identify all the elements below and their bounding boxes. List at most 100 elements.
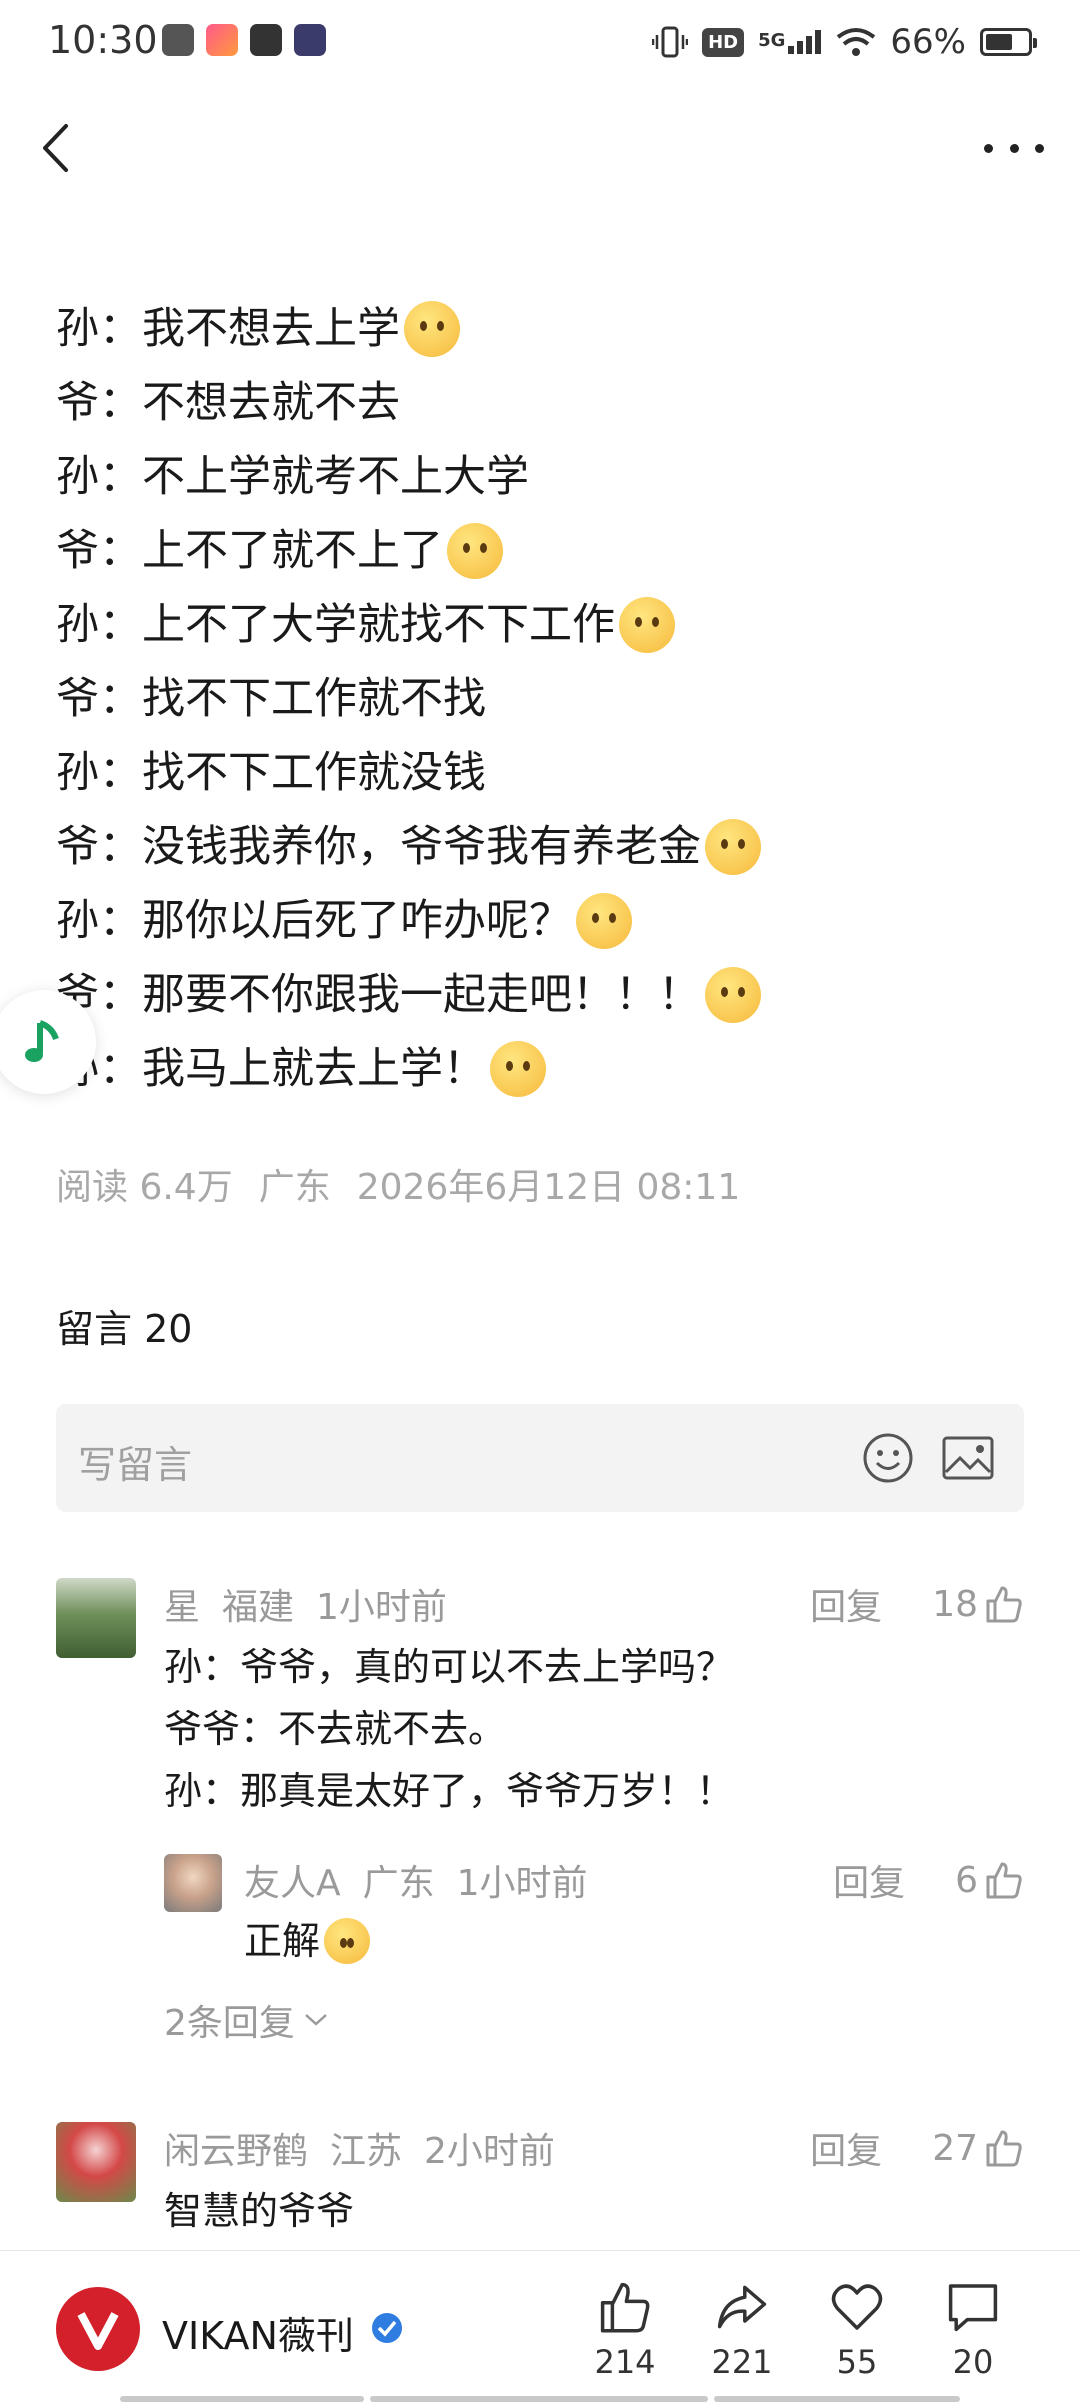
reply-text-row: 正解 (244, 1910, 371, 1972)
reply-item: 友人A 广东 1小时前 回复 6 正解 (164, 1854, 1024, 1974)
speaker-separator: ： (99, 378, 142, 428)
comment-input[interactable]: 写留言 (56, 1404, 1024, 1512)
comment-line: 智慧的爷爷 (164, 2189, 355, 2233)
image-icon[interactable] (942, 1436, 994, 1480)
back-button[interactable] (30, 118, 80, 178)
emoji-icon[interactable] (862, 1432, 914, 1484)
nav-indicator-left (120, 2396, 364, 2402)
comment-item: 闲云野鹤 江苏 2小时前 回复 27 智慧的爷爷 (56, 2122, 1024, 2246)
dialogue-text: 没钱我养你，爷爷我有养老金 (142, 822, 701, 872)
thumbs-up-icon[interactable] (984, 1584, 1024, 1624)
speaker-separator: ： (99, 452, 142, 502)
dialogue-text: 找不下工作就没钱 (142, 748, 486, 798)
reply-username[interactable]: 友人A (244, 1863, 341, 1904)
dialogue-line: 孙：找不下工作就没钱 (56, 736, 1036, 810)
speaker-label: 孙 (56, 304, 99, 354)
account-name[interactable]: VIKAN薇刊 (162, 2305, 354, 2360)
more-dot (984, 143, 993, 153)
comment-button[interactable]: 20 (928, 2279, 1018, 2381)
wifi-icon (837, 28, 876, 56)
more-options-button[interactable] (984, 130, 1044, 166)
like-count: 27 (932, 2127, 978, 2169)
comment-actions: 回复 27 (810, 2122, 1024, 2174)
reply-button[interactable]: 回复 (810, 2122, 882, 2174)
article-meta: 阅读 6.4万 广东 2026年6月12日 08:11 (56, 1158, 740, 1210)
more-replies-button[interactable]: 2条回复 (164, 1994, 329, 2046)
dialogue-line: 爷：上不了就不上了 (56, 514, 1036, 588)
reply-location: 广东 (362, 1863, 435, 1904)
favorite-total: 55 (836, 2343, 878, 2381)
comment-time: 2小时前 (424, 2131, 555, 2172)
more-dot (1009, 143, 1019, 153)
thumbs-up-icon[interactable] (984, 2128, 1024, 2168)
comment-icon (948, 2284, 998, 2332)
dialogue-line: 孙：我马上就去上学！ (56, 1032, 1036, 1106)
share-icon (717, 2285, 767, 2329)
status-bar: 10:30 HD 5G 66% (0, 0, 1080, 84)
dialogue-text: 我不想去上学 (142, 304, 400, 354)
speaker-label: 爷 (56, 822, 99, 872)
speaker-separator: ： (99, 748, 142, 798)
share-total: 221 (711, 2343, 773, 2381)
dialogue-line: 孙：上不了大学就找不下工作 (56, 588, 1036, 662)
dialogue-text: 我马上就去上学！ (142, 1044, 486, 1094)
reply-button[interactable]: 回复 (833, 1854, 905, 1906)
publish-datetime: 2026年6月12日 08:11 (356, 1167, 741, 1208)
dialogue-text: 找不下工作就不找 (142, 674, 486, 724)
speaker-separator: ： (99, 600, 142, 650)
chevron-down-icon (305, 2014, 327, 2026)
vibrate-icon (652, 26, 689, 58)
speaker-separator: ： (99, 526, 142, 576)
comments-title: 留言 20 (56, 1307, 193, 1351)
dialogue-line: 爷：找不下工作就不找 (56, 662, 1036, 736)
reply-body: 正解 (244, 1919, 321, 1963)
player-app-icon (294, 24, 326, 56)
account-avatar[interactable] (56, 2287, 140, 2371)
dialogue-text: 那要不你跟我一起走吧！！！ (142, 970, 701, 1020)
monocle-face-emoji (705, 819, 761, 875)
verified-badge-icon (372, 2313, 402, 2343)
chevron-left-icon (43, 124, 68, 172)
comment-line: 孙：那真是太好了，爷爷万岁！！ (164, 1769, 735, 1813)
speaker-label: 爷 (56, 378, 99, 428)
dialogue-text: 那你以后死了咋办呢？ (142, 896, 572, 946)
speaker-separator: ： (99, 822, 142, 872)
nauseated-face-emoji (705, 967, 761, 1023)
read-count: 阅读 6.4万 (56, 1167, 233, 1208)
dialogue-line: 爷：不想去就不去 (56, 366, 1036, 440)
publish-location: 广东 (258, 1167, 331, 1208)
speaker-label: 爷 (56, 674, 99, 724)
dialogue-line: 孙：不上学就考不上大学 (56, 440, 1036, 514)
more-replies-label: 2条回复 (164, 2003, 295, 2044)
comment-item: 星福建 1小时前 回复 18 孙：爷爷，真的可以不去上学吗？ 爷爷：不去就不去。 … (56, 1578, 1024, 1998)
favorite-button[interactable]: 55 (812, 2279, 902, 2381)
more-dot (1035, 143, 1044, 153)
share-button[interactable]: 221 (697, 2279, 787, 2381)
dialogue-line: 爷：没钱我养你，爷爷我有养老金 (56, 810, 1036, 884)
avatar[interactable] (56, 2122, 136, 2202)
thumbs-up-icon[interactable] (984, 1860, 1024, 1900)
avatar[interactable] (56, 1578, 136, 1658)
dialogue-text: 上不了就不上了 (142, 526, 443, 576)
speaker-separator: ： (99, 970, 142, 1020)
reply-button[interactable]: 回复 (810, 1578, 882, 1630)
vivo-app-icon (162, 24, 194, 56)
comment-username[interactable]: 闲云野鹤 (164, 2131, 308, 2172)
dialogue-text: 上不了大学就找不下工作 (142, 600, 615, 650)
dialogue-line: 爷：那要不你跟我一起走吧！！！ (56, 958, 1036, 1032)
speaker-separator: ： (99, 304, 142, 354)
confused-face-emoji (490, 1041, 546, 1097)
hand-over-mouth-emoji (447, 523, 503, 579)
avatar[interactable] (164, 1854, 222, 1912)
signal-icon: 5G (758, 30, 822, 54)
comment-actions: 回复 18 (810, 1578, 1024, 1630)
like-button[interactable]: 214 (580, 2279, 670, 2381)
status-indicators: HD 5G 66% (652, 20, 1037, 64)
pleading-face-emoji (404, 301, 460, 357)
comment-input-placeholder: 写留言 (78, 1443, 193, 1487)
article-body: 孙：我不想去上学爷：不想去就不去孙：不上学就考不上大学爷：上不了就不上了孙：上不… (56, 292, 1036, 1106)
comment-username[interactable]: 星 (164, 1587, 200, 1628)
network-type: 5G (758, 30, 786, 51)
like-count: 18 (932, 1583, 978, 1625)
nav-indicator-center (370, 2396, 708, 2402)
